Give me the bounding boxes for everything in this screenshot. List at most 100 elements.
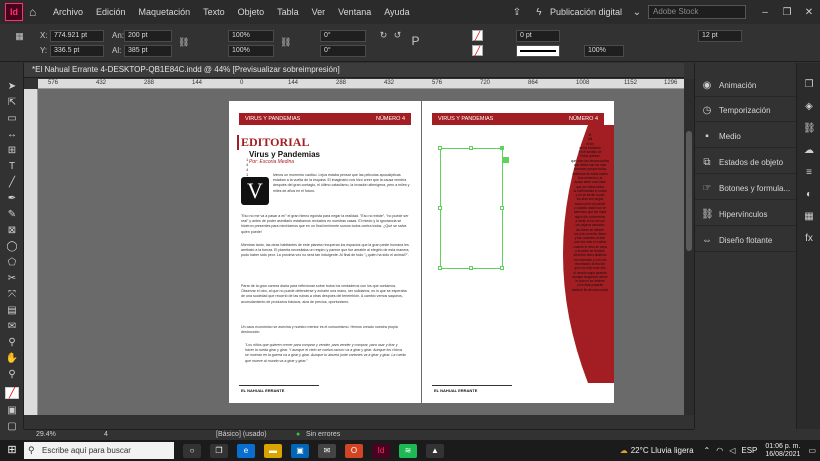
base-style[interactable]: [Básico] (usado) (216, 431, 267, 438)
language-indicator[interactable]: ESP (741, 446, 757, 455)
x-field[interactable]: 774.921 pt (50, 30, 104, 42)
pasteboard[interactable]: VIRUS Y PANDEMIAS NÚMERO 4 EDITORIAL Vir… (38, 89, 684, 415)
vertical-ruler[interactable] (24, 89, 38, 415)
fill-stroke-swatch-icon[interactable]: ╱ (5, 387, 19, 399)
notifications-icon[interactable]: ▭ (808, 446, 816, 455)
layers-panel-icon[interactable]: ◈ (803, 101, 815, 113)
preflight-status[interactable]: Sin errores (306, 431, 340, 438)
stroke-type-field[interactable] (516, 45, 560, 57)
shear-field[interactable]: 0° (320, 45, 366, 57)
document-tab[interactable]: *El Nahual Errante 4-DESKTOP-QB1E84C.ind… (32, 65, 340, 74)
pages-panel-icon[interactable]: ❐ (803, 79, 815, 91)
menu-texto[interactable]: Texto (203, 7, 225, 17)
close-icon[interactable]: ✕ (798, 7, 820, 18)
rotate-field[interactable]: 0° (320, 30, 366, 42)
menu-tabla[interactable]: Tabla (277, 7, 299, 17)
home-icon[interactable]: ⌂ (29, 5, 43, 19)
workspace-switcher[interactable]: Publicación digital (550, 7, 622, 17)
file-explorer-icon[interactable]: ▬ (264, 443, 282, 458)
color-panel-icon[interactable]: ◐ (803, 189, 815, 201)
edge-icon[interactable]: e (237, 443, 255, 458)
horizontal-ruler[interactable]: 576 432 288 144 0 144 288 432 576 720 86… (38, 79, 684, 89)
resize-handle[interactable] (438, 206, 442, 210)
lightning-icon[interactable]: ϟ (528, 7, 550, 18)
polygon-tool-icon[interactable]: ⬠ (5, 257, 19, 269)
menu-ventana[interactable]: Ventana (338, 7, 371, 17)
rotate-ccw-icon[interactable]: ↺ (392, 30, 403, 41)
indesign-taskbar-icon[interactable]: Id (372, 443, 390, 458)
page-number[interactable]: 4 (104, 431, 108, 438)
cortana-icon[interactable]: ○ (183, 443, 201, 458)
hand-tool-icon[interactable]: ✋ (5, 353, 19, 365)
vertical-scrollbar[interactable] (684, 79, 694, 415)
resize-handle[interactable] (500, 206, 504, 210)
selection-tool-icon[interactable]: ➤ (5, 81, 19, 93)
resize-handle[interactable] (438, 146, 442, 150)
windows-start-icon[interactable]: ⊞ (0, 440, 24, 461)
chevron-down-icon[interactable]: ⌄ (626, 7, 648, 18)
flip-p-icon[interactable]: P (410, 35, 421, 47)
line-tool-icon[interactable]: ╱ (5, 177, 19, 189)
menu-edicion[interactable]: Edición (96, 7, 126, 17)
stroke-weight-field[interactable]: 0 pt (516, 30, 560, 42)
zoom-level[interactable]: 29.4% (36, 431, 56, 438)
resize-handle[interactable] (500, 266, 504, 270)
mail-icon[interactable]: ✉ (318, 443, 336, 458)
screen-mode-icon[interactable]: ▢ (5, 421, 19, 433)
scale-y-field[interactable]: 100% (228, 45, 274, 57)
menu-maquetacion[interactable]: Maquetación (139, 7, 191, 17)
menu-ver[interactable]: Ver (312, 7, 326, 17)
pencil-tool-icon[interactable]: ✎ (5, 209, 19, 221)
stroke-panel-icon[interactable]: ≡ (803, 167, 815, 179)
gap-tool-icon[interactable]: ↔ (5, 129, 19, 141)
task-view-icon[interactable]: ❐ (210, 443, 228, 458)
pen-tool-icon[interactable]: ✒ (5, 193, 19, 205)
reference-point-icon[interactable]: ▦ (14, 31, 25, 42)
paragraph-3[interactable]: Mientras tanto, las otras habitantes de … (241, 243, 411, 259)
volume-icon[interactable]: ◁ (729, 446, 735, 455)
menu-archivo[interactable]: Archivo (53, 7, 83, 17)
content-collector-icon[interactable]: ⊞ (5, 145, 19, 157)
sidebar-poem[interactable]: III Alli el sin se ha instalado En el senti… (568, 133, 612, 292)
clock[interactable]: 01:06 p. m. 16/08/2021 (765, 443, 800, 459)
tray-chevron-icon[interactable]: ⌃ (704, 446, 711, 455)
page-tool-icon[interactable]: ▭ (5, 113, 19, 125)
share-icon[interactable]: ⇪ (506, 7, 528, 18)
scale-x-field[interactable]: 100% (228, 30, 274, 42)
swatches-panel-icon[interactable]: ▦ (803, 211, 815, 223)
menu-ayuda[interactable]: Ayuda (384, 7, 409, 17)
weather-text[interactable]: 22°C Lluvia ligera (631, 446, 694, 455)
stroke-swatch-icon[interactable]: ╱ (472, 45, 483, 56)
wifi-icon[interactable]: ◠ (716, 446, 723, 455)
zoom-tool-icon[interactable]: ⚲ (5, 369, 19, 381)
photos-icon[interactable]: ▲ (426, 443, 444, 458)
paragraph-5[interactable]: Un caos económico se avecina y nuestro m… (241, 325, 411, 335)
free-transform-tool-icon[interactable]: ⤧ (5, 289, 19, 301)
ellipse-tool-icon[interactable]: ◯ (5, 241, 19, 253)
taskbar-search[interactable]: ⚲ Escribe aquí para buscar (24, 442, 174, 459)
resize-handle[interactable] (500, 146, 504, 150)
quote[interactable]: "Los niños que quieren crecer para compr… (245, 343, 407, 364)
resize-handle[interactable] (469, 146, 473, 150)
rotate-cw-icon[interactable]: ↻ (378, 30, 389, 41)
gradient-tool-icon[interactable]: ▤ (5, 305, 19, 317)
note-tool-icon[interactable]: ✉ (5, 321, 19, 333)
y-field[interactable]: 336.5 pt (50, 45, 104, 57)
effects-panel-icon[interactable]: fx (803, 233, 815, 245)
paragraph-2[interactable]: "Eso no me va a pasar a mí" el gran himn… (241, 214, 411, 235)
menu-objeto[interactable]: Objeto (238, 7, 265, 17)
office-icon[interactable]: O (345, 443, 363, 458)
direct-selection-tool-icon[interactable]: ⇱ (5, 97, 19, 109)
constrain-proportions-icon[interactable]: ⛓ (178, 37, 189, 48)
fill-swatch-icon[interactable]: ╱ (472, 30, 483, 41)
scroll-thumb[interactable] (686, 131, 692, 251)
scissors-tool-icon[interactable]: ✂ (5, 273, 19, 285)
page-left[interactable]: VIRUS Y PANDEMIAS NÚMERO 4 EDITORIAL Vir… (229, 101, 421, 403)
store-icon[interactable]: ▣ (291, 443, 309, 458)
restore-icon[interactable]: ❐ (776, 7, 798, 18)
minimize-icon[interactable]: – (754, 7, 776, 18)
links-panel-icon[interactable]: ⛓ (803, 123, 816, 135)
frame-in-port[interactable] (503, 157, 509, 163)
width-field[interactable]: 200 pt (124, 30, 172, 42)
spotify-icon[interactable]: ≋ (399, 443, 417, 458)
